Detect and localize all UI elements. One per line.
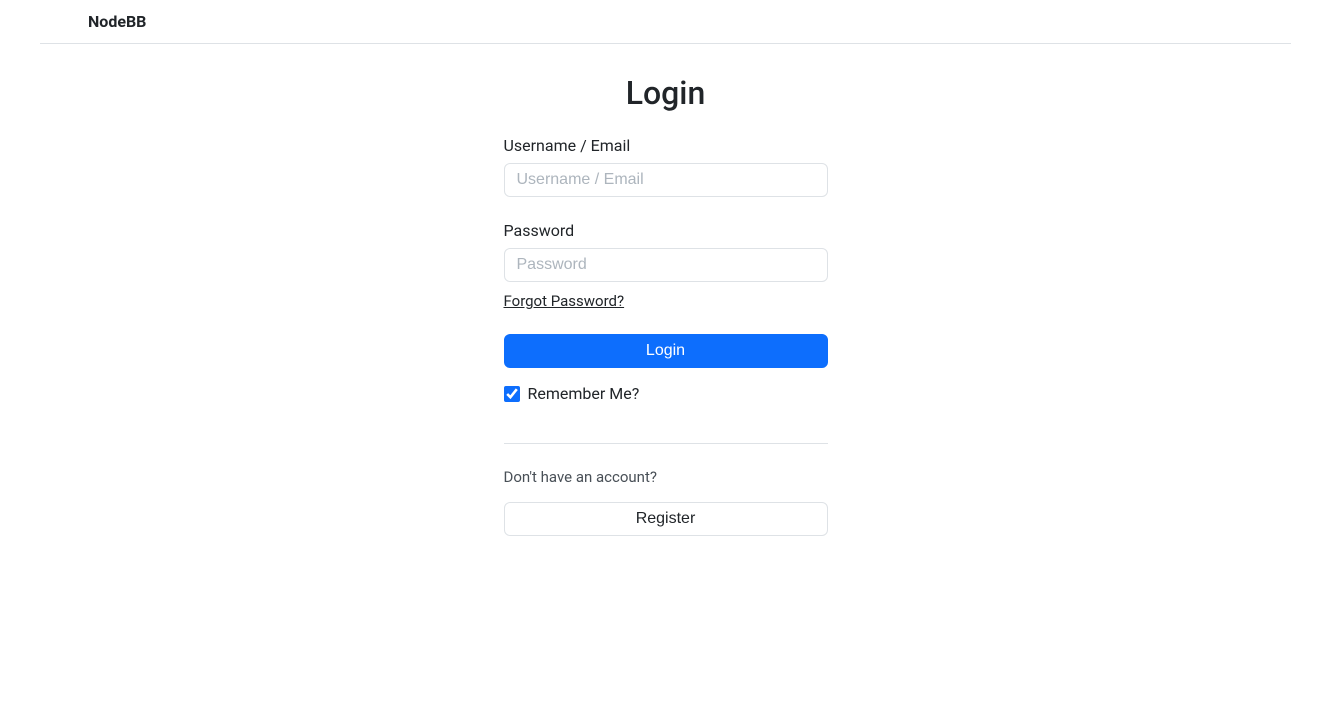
username-label: Username / Email bbox=[504, 136, 828, 155]
remember-label: Remember Me? bbox=[528, 384, 640, 403]
login-button[interactable]: Login bbox=[504, 334, 828, 368]
divider bbox=[504, 443, 828, 444]
register-button[interactable]: Register bbox=[504, 502, 828, 536]
brand-link[interactable]: NodeBB bbox=[88, 12, 146, 31]
register-prompt: Don't have an account? bbox=[504, 468, 828, 486]
remember-check: Remember Me? bbox=[504, 384, 828, 403]
login-box: Login Username / Email Password Forgot P… bbox=[504, 74, 828, 536]
forgot-password-link[interactable]: Forgot Password? bbox=[504, 292, 625, 310]
password-input[interactable] bbox=[504, 248, 828, 282]
login-page: Login Username / Email Password Forgot P… bbox=[0, 44, 1331, 536]
remember-checkbox[interactable] bbox=[504, 386, 520, 402]
password-label: Password bbox=[504, 221, 828, 240]
password-group: Password Forgot Password? bbox=[504, 221, 828, 310]
username-input[interactable] bbox=[504, 163, 828, 197]
navbar: NodeBB bbox=[40, 0, 1291, 44]
username-group: Username / Email bbox=[504, 136, 828, 197]
page-title: Login bbox=[504, 74, 828, 112]
